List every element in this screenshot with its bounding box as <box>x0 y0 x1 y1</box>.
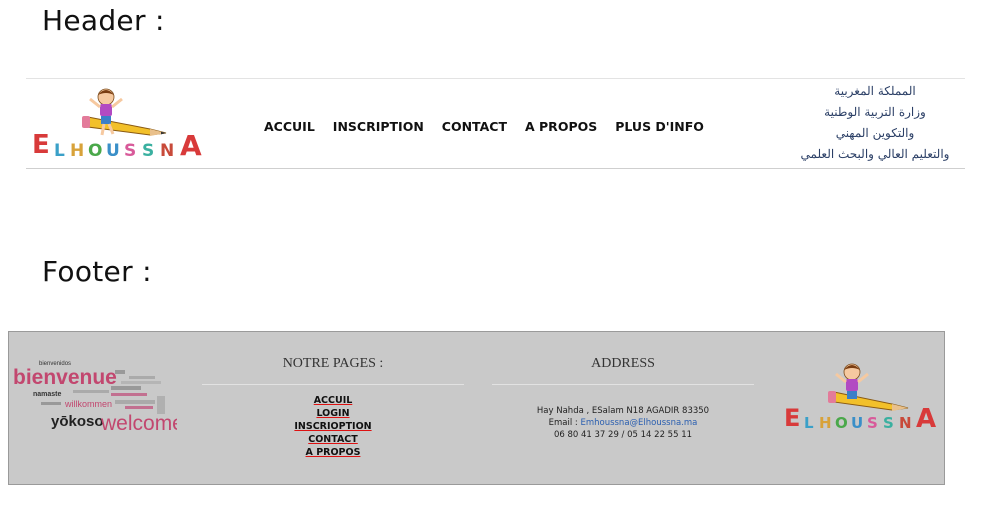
svg-text:bienvenue: bienvenue <box>13 366 117 389</box>
svg-text:S: S <box>124 141 136 161</box>
nav-inscription[interactable]: INSCRIPTION <box>333 119 424 134</box>
address-title: ADDRESS <box>591 356 655 371</box>
footer-link-login[interactable]: LOGIN <box>316 408 349 420</box>
address-email-row: Email : Emhoussna@Elhoussna.ma <box>492 417 754 429</box>
site-header: E L H O U S S N A ACCUIL INSCRIPTION CON… <box>26 78 965 169</box>
pages-title: NOTRE PAGES : <box>282 356 384 371</box>
svg-text:willkommen: willkommen <box>64 399 112 409</box>
welcome-word-cloud-image: bienvenidos bienvenue namaste willkommen… <box>13 361 177 435</box>
main-nav: ACCUIL INSCRIPTION CONTACT A PROPOS PLUS… <box>264 119 722 134</box>
footer-link-accuil[interactable]: ACCUIL <box>314 395 353 407</box>
email-link[interactable]: Emhoussna@Elhoussna.ma <box>580 418 697 428</box>
svg-text:L: L <box>804 414 814 432</box>
footer-links: ACCUIL LOGIN INSCRIOPTION CONTACT A PROP… <box>202 395 464 459</box>
footer-link-a-propos[interactable]: A PROPOS <box>306 447 361 459</box>
svg-text:U: U <box>106 141 120 161</box>
email-label: Email : <box>548 418 581 428</box>
ministry-line: وزارة التربية الوطنية <box>824 105 926 119</box>
footer-address-column: ADDRESS Hay Nahda , ESalam N18 AGADIR 83… <box>492 356 754 441</box>
footer-link-inscription[interactable]: INSCRIOPTION <box>294 421 371 433</box>
svg-text:S: S <box>867 414 878 432</box>
elhoussna-footer-logo: E L H O U S S N A <box>784 363 936 434</box>
footer-pages-column: NOTRE PAGES : ACCUIL LOGIN INSCRIOPTION … <box>202 356 464 459</box>
svg-text:A: A <box>916 404 936 434</box>
svg-text:namaste: namaste <box>33 391 62 398</box>
site-footer: bienvenidos bienvenue namaste willkommen… <box>8 331 945 485</box>
ministry-line: المملكة المغربية <box>834 84 916 98</box>
svg-text:welcome: welcome <box>100 412 177 435</box>
svg-text:L: L <box>54 141 65 161</box>
divider <box>202 384 464 385</box>
svg-text:S: S <box>142 141 154 161</box>
address-street: Hay Nahda , ESalam N18 AGADIR 83350 <box>536 406 710 416</box>
nav-a-propos[interactable]: A PROPOS <box>525 119 597 134</box>
svg-text:U: U <box>851 414 863 432</box>
elhoussna-logo[interactable]: E L H O U S S N A <box>30 83 208 163</box>
svg-text:N: N <box>160 141 174 161</box>
svg-text:N: N <box>899 414 912 432</box>
header-section-label: Header : <box>42 4 165 37</box>
footer-section-label: Footer : <box>42 255 152 288</box>
svg-text:E: E <box>784 404 800 432</box>
svg-text:A: A <box>180 129 202 162</box>
svg-text:H: H <box>70 141 84 161</box>
svg-text:H: H <box>819 414 832 432</box>
child-on-pencil-icon <box>82 88 167 136</box>
nav-contact[interactable]: CONTACT <box>442 119 507 134</box>
divider <box>492 384 754 385</box>
address-phones: 06 80 41 37 29 / 05 14 22 55 11 <box>553 430 693 440</box>
nav-accuil[interactable]: ACCUIL <box>264 119 315 134</box>
svg-text:yōkoso: yōkoso <box>51 413 104 430</box>
svg-text:O: O <box>88 141 102 161</box>
ministry-line: والتعليم العالي والبحث العلمي <box>800 147 950 161</box>
svg-text:S: S <box>883 414 894 432</box>
footer-link-contact[interactable]: CONTACT <box>308 434 358 446</box>
svg-text:O: O <box>835 414 848 432</box>
nav-plus-info[interactable]: PLUS D'INFO <box>615 119 704 134</box>
svg-text:E: E <box>32 130 50 160</box>
child-on-pencil-icon <box>828 363 909 411</box>
ministry-logo-text: المملكة المغربية وزارة التربية الوطنية و… <box>785 81 965 165</box>
ministry-line: والتكوين المهني <box>835 126 915 140</box>
